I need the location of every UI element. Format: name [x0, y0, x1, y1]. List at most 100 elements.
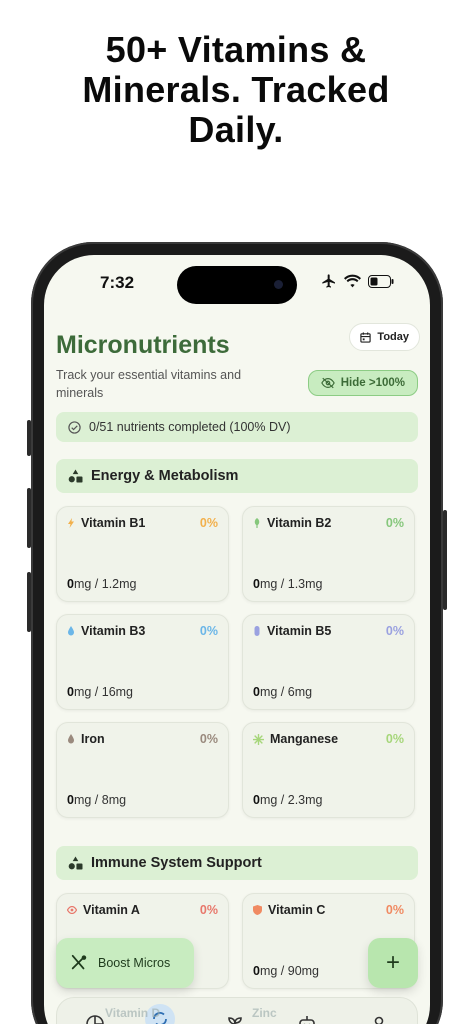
eye-icon [67, 906, 77, 914]
phone-volume-down [27, 572, 31, 632]
section-title: Immune System Support [91, 855, 262, 871]
nutrient-percent: 0% [385, 732, 404, 746]
sprout-icon[interactable] [225, 1014, 245, 1024]
phone-power-button [443, 510, 447, 610]
nutrient-percent: 0% [385, 516, 404, 530]
today-button[interactable]: Today [349, 323, 420, 351]
nutrient-target: mg / 8mg [73, 793, 127, 807]
nutrient-card-vitamin-b1[interactable]: Vitamin B1 0% 0mg / 1.2mg [56, 506, 229, 602]
today-label: Today [377, 331, 409, 343]
card-title: Vitamin B1 [67, 516, 145, 530]
nutrient-percent: 0% [199, 516, 218, 530]
nutrient-value: 0 [253, 577, 260, 591]
headline-line-3: Daily. [188, 109, 284, 150]
nutrient-name: Vitamin B5 [267, 624, 332, 638]
bolt-icon [68, 518, 74, 528]
tab-label-zinc: Zinc [252, 1006, 277, 1020]
progress-summary: 0/51 nutrients completed (100% DV) [56, 412, 418, 442]
shapes-icon [68, 856, 83, 870]
nutrient-value: 0 [67, 685, 74, 699]
hide-label: Hide >100% [340, 377, 405, 389]
nutrient-name: Manganese [270, 732, 339, 746]
page-subtitle: Track your essential vitamins and minera… [56, 368, 242, 400]
utensils-icon [71, 954, 87, 970]
headline-line-1: 50+ Vitamins & [105, 29, 367, 70]
nutrient-percent: 0% [199, 903, 218, 917]
section-header-immune: Immune System Support [56, 846, 418, 880]
bottom-tab-bar: Vitamin D Zinc [56, 997, 418, 1024]
nutrient-name: Vitamin A [83, 903, 140, 917]
boost-label: Boost Micros [98, 956, 171, 970]
card-title: Vitamin A [67, 903, 140, 917]
status-icons [321, 273, 394, 289]
card-title: Vitamin C [253, 903, 325, 917]
nutrient-name: Vitamin B1 [81, 516, 146, 530]
nutrient-target: mg / 16mg [73, 685, 134, 699]
nutrient-card-iron[interactable]: Iron 0% 0mg / 8mg [56, 722, 229, 818]
eye-off-icon [320, 377, 335, 389]
nutrient-card-vitamin-b2[interactable]: Vitamin B2 0% 0mg / 1.3mg [242, 506, 415, 602]
nutrient-card-manganese[interactable]: Manganese 0% 0mg / 2.3mg [242, 722, 415, 818]
card-title: Vitamin B3 [67, 624, 145, 638]
card-title: Manganese [253, 732, 338, 746]
calendar-icon [360, 331, 372, 343]
nutrient-target: mg / 6mg [259, 685, 313, 699]
page-title: Micronutrients [56, 331, 230, 359]
nutrient-target: mg / 1.2mg [73, 577, 137, 591]
nutrient-percent: 0% [385, 624, 404, 638]
shapes-icon [68, 469, 83, 483]
nutrient-percent: 0% [199, 732, 218, 746]
nutrient-name: Vitamin B2 [267, 516, 332, 530]
droplet-icon [68, 626, 74, 636]
section-title: Energy & Metabolism [91, 468, 239, 484]
app-screen: 7:32 Micronutrients Track your essential… [44, 255, 430, 1024]
card-title: Iron [67, 732, 105, 746]
check-circle-icon [68, 420, 81, 434]
nutrient-amount: 0mg / 2.3mg [253, 793, 322, 807]
nutrient-card-vitamin-b5[interactable]: Vitamin B5 0% 0mg / 6mg [242, 614, 415, 710]
dynamic-island [177, 266, 297, 304]
capsule-icon [254, 626, 260, 636]
nutrient-amount: 0mg / 90mg [253, 964, 319, 978]
progress-text: 0/51 nutrients completed (100% DV) [89, 420, 291, 434]
sparkle-icon [253, 733, 264, 745]
wifi-icon [344, 274, 361, 288]
tab-label-vitamin-d: Vitamin D [105, 1006, 161, 1020]
add-button[interactable]: + [368, 938, 418, 988]
promo-headline: 50+ Vitamins & Minerals. Tracked Daily. [0, 30, 472, 150]
nutrient-amount: 0mg / 1.3mg [253, 577, 322, 591]
nutrient-value: 0 [253, 685, 260, 699]
leaf-icon [254, 518, 260, 528]
nutrient-amount: 0mg / 6mg [253, 685, 312, 699]
nutrient-name: Iron [81, 732, 105, 746]
nutrient-value: 0 [253, 964, 260, 978]
headline-line-2: Minerals. Tracked [82, 69, 390, 110]
boost-micros-button[interactable]: Boost Micros [56, 938, 194, 988]
nutrient-amount: 0mg / 1.2mg [67, 577, 136, 591]
nutrient-amount: 0mg / 8mg [67, 793, 126, 807]
robot-icon[interactable] [297, 1014, 317, 1024]
nutrient-value: 0 [67, 793, 74, 807]
phone-side-button [27, 420, 31, 456]
section-header-energy: Energy & Metabolism [56, 459, 418, 493]
nutrient-percent: 0% [385, 903, 404, 917]
camera-icon [274, 280, 283, 289]
status-time: 7:32 [100, 273, 135, 292]
nutrient-percent: 0% [199, 624, 218, 638]
hide-completed-toggle[interactable]: Hide >100% [307, 370, 418, 396]
nutrient-value: 0 [253, 793, 260, 807]
nutrient-amount: 0mg / 16mg [67, 685, 133, 699]
pie-chart-icon[interactable] [85, 1014, 105, 1024]
nutrient-name: Vitamin B3 [81, 624, 146, 638]
nutrient-target: mg / 1.3mg [259, 577, 323, 591]
user-icon[interactable] [369, 1014, 389, 1024]
drop-icon [68, 734, 74, 744]
airplane-icon [322, 274, 335, 288]
nutrient-card-vitamin-b3[interactable]: Vitamin B3 0% 0mg / 16mg [56, 614, 229, 710]
nutrient-value: 0 [67, 577, 74, 591]
phone-volume-up [27, 488, 31, 548]
nutrient-target: mg / 90mg [259, 964, 320, 978]
nutrient-name: Vitamin C [268, 903, 326, 917]
card-title: Vitamin B5 [253, 624, 331, 638]
card-title: Vitamin B2 [253, 516, 331, 530]
